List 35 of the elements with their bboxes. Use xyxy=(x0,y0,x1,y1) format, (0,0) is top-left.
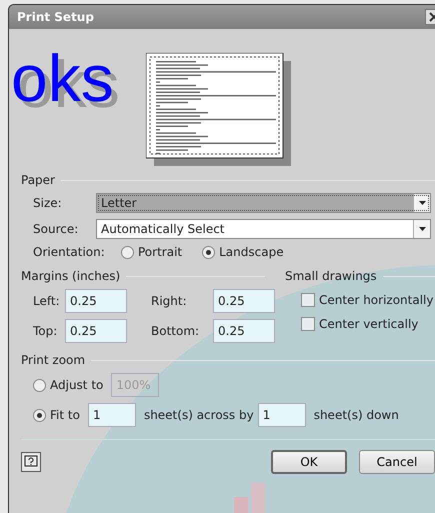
source-dropdown[interactable]: Automatically Select xyxy=(96,219,431,239)
section-heading: Small drawings xyxy=(285,269,377,283)
section-heading: Paper xyxy=(21,173,55,187)
cancel-button[interactable]: Cancel xyxy=(359,450,435,474)
help-icon xyxy=(24,455,38,469)
field-label: sheet(s) down xyxy=(314,408,399,422)
margin-field[interactable]: 0.25 xyxy=(65,289,127,313)
field-label: Source: xyxy=(33,222,80,236)
sheets-down-field[interactable]: 1 xyxy=(258,403,306,427)
orientation-radio[interactable]: Landscape xyxy=(202,245,284,259)
center-checkbox[interactable]: Center horizontally xyxy=(301,293,434,307)
size-dropdown[interactable]: Letter xyxy=(96,193,431,213)
field-label: Top: xyxy=(33,324,58,338)
background-text: oks xyxy=(11,45,114,111)
dropdown-arrow-icon xyxy=(418,227,426,231)
field-label: Bottom: xyxy=(151,324,200,338)
background-bars-drawing xyxy=(234,483,265,513)
help-button[interactable] xyxy=(21,452,41,472)
field-label: Orientation: xyxy=(33,245,106,259)
margin-field[interactable]: 0.25 xyxy=(65,319,127,343)
center-checkbox[interactable]: Center vertically xyxy=(301,317,418,331)
orientation-radio[interactable]: Portrait xyxy=(121,245,182,259)
margin-field[interactable]: 0.25 xyxy=(213,319,275,343)
window-title: Print Setup xyxy=(17,10,94,24)
section-heading: Margins (inches) xyxy=(21,269,120,283)
field-label: Left: xyxy=(33,294,61,308)
sheets-across-field[interactable]: 1 xyxy=(88,403,136,427)
fit-radio[interactable]: Fit to xyxy=(33,408,80,422)
margin-field[interactable]: 0.25 xyxy=(213,289,275,313)
section-heading: Print zoom xyxy=(21,353,86,367)
field-label: Right: xyxy=(151,294,188,308)
field-label: sheet(s) across by xyxy=(144,408,254,422)
ok-button[interactable]: OK xyxy=(271,450,347,474)
field-label: Size: xyxy=(33,196,63,210)
dropdown-arrow-icon xyxy=(418,201,426,205)
